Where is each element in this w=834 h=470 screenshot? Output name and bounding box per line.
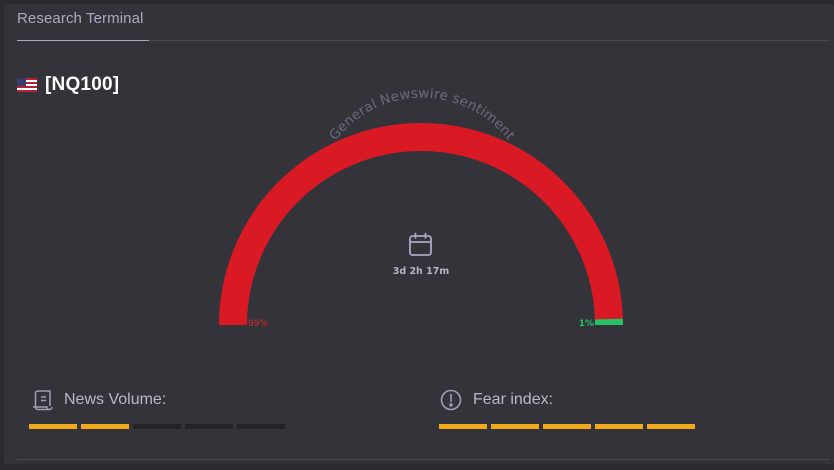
instrument-header: [NQ100]: [17, 74, 119, 96]
news-volume-bar-segment: [133, 424, 181, 429]
fear-index-bar-segment: [543, 424, 591, 429]
panel-bottom-divider: [17, 459, 830, 460]
fear-index-metric: Fear index:: [440, 388, 553, 412]
tab-research-terminal[interactable]: Research Terminal: [17, 10, 143, 27]
alert-circle-icon: [440, 389, 462, 411]
news-volume-bar-segment: [185, 424, 233, 429]
fear-index-bar-segment: [595, 424, 643, 429]
fear-index-bar-segment: [491, 424, 539, 429]
tab-active-underline: [17, 40, 149, 41]
fear-index-bars: [439, 424, 695, 429]
news-volume-bar-segment: [29, 424, 77, 429]
news-volume-label: News Volume:: [64, 391, 167, 408]
scroll-icon: [33, 390, 53, 411]
fear-index-label: Fear index:: [473, 391, 554, 408]
fear-index-bar-segment: [647, 424, 695, 429]
news-volume-metric: News Volume:: [31, 388, 166, 412]
ticker-symbol: [NQ100]: [45, 74, 120, 95]
news-volume-bar-segment: [237, 424, 285, 429]
news-volume-bars: [29, 424, 285, 429]
fear-index-bar-segment: [439, 424, 487, 429]
news-volume-bar-segment: [81, 424, 129, 429]
us-flag-icon: [17, 78, 37, 92]
